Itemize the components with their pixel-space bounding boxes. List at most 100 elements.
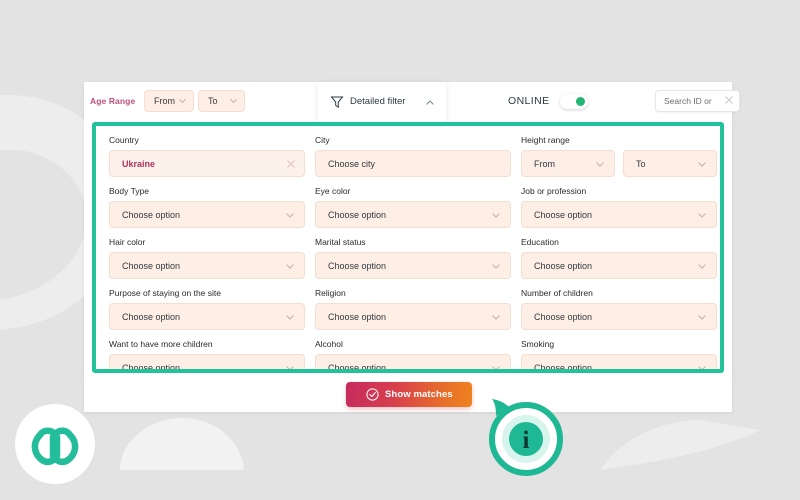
online-status-dot <box>576 97 585 106</box>
detailed-filter-highlight: Country Ukraine City Choose city Height rang… <box>92 122 724 373</box>
field-religion[interactable]: Choose option <box>315 303 511 330</box>
field-height-range-from[interactable]: From <box>521 150 615 177</box>
field-label-number-of-children: Number of children <box>521 288 593 298</box>
filter-cell: Number of children Choose option <box>521 288 717 330</box>
field-value: Choose option <box>328 210 387 220</box>
field-label-education: Education <box>521 237 559 247</box>
chevron-down-icon <box>698 366 706 369</box>
close-icon[interactable] <box>286 159 296 169</box>
close-icon[interactable] <box>724 95 734 105</box>
filter-row: Country Ukraine City Choose city Height rang… <box>109 135 717 177</box>
field-label-body-type: Body Type <box>109 186 150 196</box>
field-label-marital-status: Marital status <box>315 237 366 247</box>
field-height-range-to[interactable]: To <box>623 150 717 177</box>
field-value: Choose option <box>534 312 593 322</box>
funnel-icon <box>330 96 344 109</box>
field-value: Choose option <box>328 261 387 271</box>
field-label-job-or-profession: Job or profession <box>521 186 587 196</box>
field-purpose-of-staying-on-the-site[interactable]: Choose option <box>109 303 305 330</box>
search-input[interactable]: Search ID or <box>655 90 740 112</box>
filter-cell: Smoking Choose option <box>521 339 717 373</box>
filter-cell: Religion Choose option <box>315 288 511 330</box>
chevron-down-icon <box>179 99 186 103</box>
field-value: Ukraine <box>122 159 156 169</box>
chevron-down-icon <box>286 366 294 369</box>
field-want-to-have-more-children[interactable]: Choose option <box>109 354 305 373</box>
filter-cell: Eye color Choose option <box>315 186 511 228</box>
detailed-filter-toggle[interactable]: Detailed filter <box>318 82 446 122</box>
field-label-eye-color: Eye color <box>315 186 351 196</box>
field-value: Choose option <box>122 312 181 322</box>
watermark-shape-left-inner <box>0 150 87 300</box>
field-eye-color[interactable]: Choose option <box>315 201 511 228</box>
show-matches-label: Show matches <box>385 389 453 400</box>
chevron-down-icon <box>492 315 500 320</box>
field-value: Choose option <box>328 312 387 322</box>
filter-cell: Body Type Choose option <box>109 186 305 228</box>
field-label-purpose-of-staying-on-the-site: Purpose of staying on the site <box>109 288 221 298</box>
chevron-down-icon <box>286 315 294 320</box>
age-to-select[interactable]: To <box>198 90 245 112</box>
field-label-religion: Religion <box>315 288 346 298</box>
age-range-label: Age Range <box>90 96 136 106</box>
field-value: Choose option <box>328 363 387 373</box>
show-matches-button[interactable]: Show matches <box>346 382 472 407</box>
field-value: Choose option <box>534 261 593 271</box>
check-circle-icon <box>366 388 379 401</box>
field-range-height-range: From To <box>521 150 717 177</box>
detailed-filter-label: Detailed filter <box>350 96 406 107</box>
filter-row: Want to have more children Choose option A… <box>109 339 717 373</box>
chevron-down-icon <box>492 366 500 369</box>
filter-cell: City Choose city <box>315 135 511 177</box>
field-value: Choose option <box>534 363 593 373</box>
field-label-smoking: Smoking <box>521 339 555 349</box>
filter-cell: Country Ukraine <box>109 135 305 177</box>
field-smoking[interactable]: Choose option <box>521 354 717 373</box>
chevron-down-icon <box>230 99 237 103</box>
chevron-down-icon <box>596 162 604 167</box>
filter-row: Hair color Choose option Marital status Cho… <box>109 237 717 279</box>
field-education[interactable]: Choose option <box>521 252 717 279</box>
chevron-down-icon <box>492 213 500 218</box>
online-toggle[interactable] <box>560 94 588 109</box>
field-label-height-range: Height range <box>521 135 570 145</box>
filter-cell: Hair color Choose option <box>109 237 305 279</box>
info-bubble-button[interactable]: i <box>484 396 566 478</box>
filter-cell: Want to have more children Choose option <box>109 339 305 373</box>
field-value: To <box>636 159 646 169</box>
field-marital-status[interactable]: Choose option <box>315 252 511 279</box>
field-label-want-to-have-more-children: Want to have more children <box>109 339 213 349</box>
field-body-type[interactable]: Choose option <box>109 201 305 228</box>
field-job-or-profession[interactable]: Choose option <box>521 201 717 228</box>
filter-row: Purpose of staying on the site Choose opt… <box>109 288 717 330</box>
chevron-down-icon <box>698 213 706 218</box>
field-country[interactable]: Ukraine <box>109 150 305 177</box>
chevron-up-icon <box>426 100 434 105</box>
field-label-city: City <box>315 135 330 145</box>
field-value: Choose city <box>328 159 376 169</box>
chevron-down-icon <box>286 264 294 269</box>
field-hair-color[interactable]: Choose option <box>109 252 305 279</box>
field-city[interactable]: Choose city <box>315 150 511 177</box>
watermark-shape-right <box>600 420 760 470</box>
chevron-down-icon <box>492 264 500 269</box>
field-value: From <box>534 159 555 169</box>
filter-cell: Job or profession Choose option <box>521 186 717 228</box>
filter-toolbar: Age Range From To Detailed filter ONLINE <box>84 82 740 122</box>
chevron-down-icon <box>698 315 706 320</box>
filter-cell: Purpose of staying on the site Choose opt… <box>109 288 305 330</box>
filter-row: Body Type Choose option Eye color Choose op… <box>109 186 717 228</box>
filter-cell: Alcohol Choose option <box>315 339 511 373</box>
field-alcohol[interactable]: Choose option <box>315 354 511 373</box>
filter-cell: Education Choose option <box>521 237 717 279</box>
field-value: Choose option <box>122 261 181 271</box>
field-value: Choose option <box>122 363 181 373</box>
filter-fields-grid: Country Ukraine City Choose city Height rang… <box>109 135 717 373</box>
filter-cell: Marital status Choose option <box>315 237 511 279</box>
field-number-of-children[interactable]: Choose option <box>521 303 717 330</box>
chevron-down-icon <box>286 213 294 218</box>
search-placeholder: Search ID or <box>664 96 712 106</box>
age-from-select[interactable]: From <box>144 90 194 112</box>
age-to-value: To <box>208 96 218 106</box>
filter-panel: Age Range From To Detailed filter ONLINE <box>84 82 740 412</box>
